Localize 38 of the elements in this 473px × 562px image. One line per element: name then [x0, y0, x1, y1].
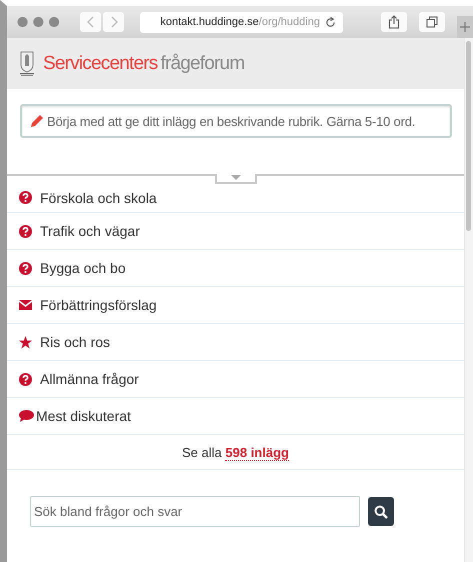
url-text: kontakt.huddinge.se/org/hudding [160, 16, 320, 28]
share-button[interactable] [381, 12, 408, 32]
crest-icon [19, 50, 35, 76]
new-tab-button[interactable] [457, 16, 473, 38]
question-icon [19, 262, 32, 274]
address-bar[interactable]: kontakt.huddinge.se/org/hudding [140, 12, 344, 32]
category-link[interactable]: Trafik och vägar [7, 213, 464, 250]
category-link[interactable]: Förskola och skola [7, 183, 464, 213]
search-button[interactable] [368, 497, 394, 526]
pencil-icon [30, 114, 44, 128]
category-link[interactable]: Ris och ros [7, 324, 464, 361]
category-link[interactable]: Mest diskuterat [7, 398, 464, 435]
star-icon [19, 336, 32, 348]
envelope-icon [19, 300, 32, 310]
reload-icon[interactable] [325, 16, 336, 28]
tabs-icon [426, 16, 438, 28]
category-link[interactable]: Allmänna frågor [7, 361, 464, 398]
back-button[interactable] [80, 12, 102, 32]
forward-button[interactable] [103, 12, 124, 32]
question-icon [19, 372, 32, 386]
share-icon [388, 15, 400, 29]
search-field[interactable]: Sök bland frågor och svar [30, 496, 360, 527]
site-subtitle: frågeforum [160, 52, 244, 74]
see-all-text: Se alla 598 inlägg [182, 444, 289, 460]
expand-tab[interactable] [215, 174, 257, 184]
question-icon [19, 224, 32, 238]
search-icon [374, 504, 388, 518]
chevron-left-icon [86, 16, 95, 28]
title-field[interactable]: Börja med att ge ditt inlägg en beskrivande rubrik. Gärna 5-10 ord. [20, 104, 452, 138]
question-icon [19, 191, 32, 204]
posts-link[interactable]: 598 inlägg [225, 444, 289, 460]
category-link[interactable]: Förbättringsförslag [7, 287, 464, 324]
tabs-button[interactable] [419, 12, 446, 32]
caret-down-icon [231, 175, 241, 181]
category-link[interactable]: Bygga och bo [7, 250, 464, 287]
plus-icon [460, 22, 470, 32]
speech-bubble-icon [19, 410, 34, 422]
chevron-right-icon [110, 16, 118, 28]
